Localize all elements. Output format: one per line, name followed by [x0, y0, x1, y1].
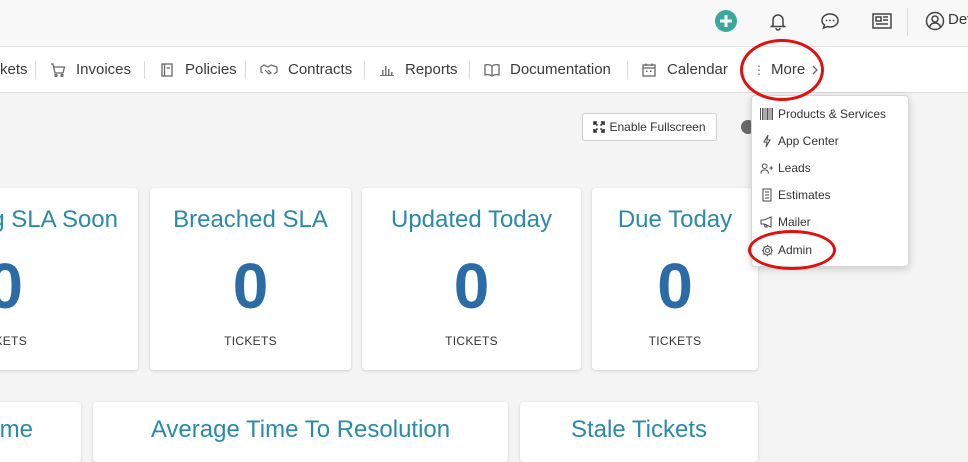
user-circle-icon[interactable]	[923, 9, 947, 33]
nav-item-label: Invoices	[76, 61, 132, 78]
megaphone-icon	[760, 215, 774, 229]
menu-item-estimates[interactable]: Estimates	[760, 185, 831, 205]
card-title: g SLA Soon	[0, 206, 118, 233]
card-value: 0	[232, 250, 269, 322]
nav-divider	[627, 61, 628, 79]
menu-item-mailer[interactable]: Mailer	[760, 212, 811, 232]
lower-card-avg-resolution: Average Time To Resolution	[93, 402, 508, 462]
lightning-icon	[760, 134, 774, 148]
newspaper-icon[interactable]	[870, 9, 894, 33]
annotation-circle-admin	[748, 230, 836, 270]
nav-item-tickets[interactable]: kets	[0, 47, 28, 92]
card-unit: TICKETS	[224, 334, 277, 348]
nav-item-calendar[interactable]: Calendar	[641, 47, 728, 92]
calendar-icon	[641, 62, 657, 78]
top-bar: Dev	[0, 0, 968, 47]
card-title: me	[0, 416, 33, 443]
user-menu-label[interactable]: Dev	[948, 11, 968, 28]
bar-chart-icon	[379, 62, 395, 78]
card-title: Breached SLA	[173, 206, 328, 233]
card-value: 0	[657, 250, 693, 322]
menu-item-label: Leads	[778, 161, 811, 175]
nav-item-label: Policies	[185, 61, 237, 78]
nav-item-documentation[interactable]: Documentation	[484, 47, 611, 92]
menu-item-label: App Center	[778, 134, 839, 148]
card-title: Stale Tickets	[570, 416, 708, 443]
card-title: Due Today	[617, 206, 733, 233]
handshake-icon	[260, 62, 278, 78]
nav-divider	[35, 61, 36, 79]
nav-item-policies[interactable]: Policies	[159, 47, 237, 92]
card-title: Updated Today	[390, 206, 552, 233]
nav-item-reports[interactable]: Reports	[379, 47, 458, 92]
user-add-icon	[760, 161, 774, 175]
nav-item-label: Contracts	[288, 61, 353, 78]
menu-item-leads[interactable]: Leads	[760, 158, 811, 178]
document-icon	[760, 188, 774, 202]
book-icon	[159, 62, 175, 78]
lower-card-time: me	[0, 402, 81, 462]
card-unit: KETS	[0, 334, 27, 348]
top-bar-divider	[907, 8, 908, 36]
cart-icon	[50, 62, 66, 78]
stat-card-updated-today: Updated Today 0 TICKETS	[362, 188, 581, 370]
menu-item-label: Products & Services	[778, 107, 887, 121]
nav-item-label: Documentation	[510, 61, 611, 78]
nav-divider	[364, 61, 365, 79]
expand-icon	[593, 121, 606, 133]
card-value: 0	[0, 250, 23, 322]
plus-circle-icon[interactable]	[714, 9, 738, 33]
nav-item-contracts[interactable]: Contracts	[260, 47, 352, 92]
nav-item-label: Calendar	[667, 61, 728, 78]
menu-item-products-services[interactable]: Products & Services	[760, 104, 886, 124]
card-title: Average Time To Resolution	[150, 416, 451, 443]
nav-divider	[144, 61, 145, 79]
nav-divider	[245, 61, 246, 79]
card-unit: TICKETS	[648, 334, 702, 348]
menu-item-app-center[interactable]: App Center	[760, 131, 839, 151]
enable-fullscreen-button[interactable]: Enable Fullscreen	[582, 113, 717, 141]
stat-card-sla-soon: g SLA Soon 0 KETS	[0, 188, 138, 370]
card-unit: TICKETS	[445, 334, 498, 348]
card-value: 0	[453, 250, 490, 322]
nav-item-label: Reports	[405, 61, 458, 78]
lower-card-stale-tickets: Stale Tickets	[520, 402, 758, 462]
open-book-icon	[484, 62, 500, 78]
bell-icon[interactable]	[766, 9, 790, 33]
stat-card-due-today: Due Today 0 TICKETS	[592, 188, 758, 370]
menu-item-label: Mailer	[778, 215, 811, 229]
annotation-circle-more	[740, 39, 824, 101]
menu-item-label: Estimates	[778, 188, 831, 202]
stat-card-breached-sla: Breached SLA 0 TICKETS	[150, 188, 351, 370]
barcode-icon	[760, 107, 774, 121]
nav-item-label: kets	[0, 61, 28, 78]
nav-item-invoices[interactable]: Invoices	[50, 47, 131, 92]
enable-fullscreen-label: Enable Fullscreen	[609, 120, 706, 134]
chat-bubble-icon[interactable]	[818, 9, 842, 33]
nav-divider	[469, 61, 470, 79]
